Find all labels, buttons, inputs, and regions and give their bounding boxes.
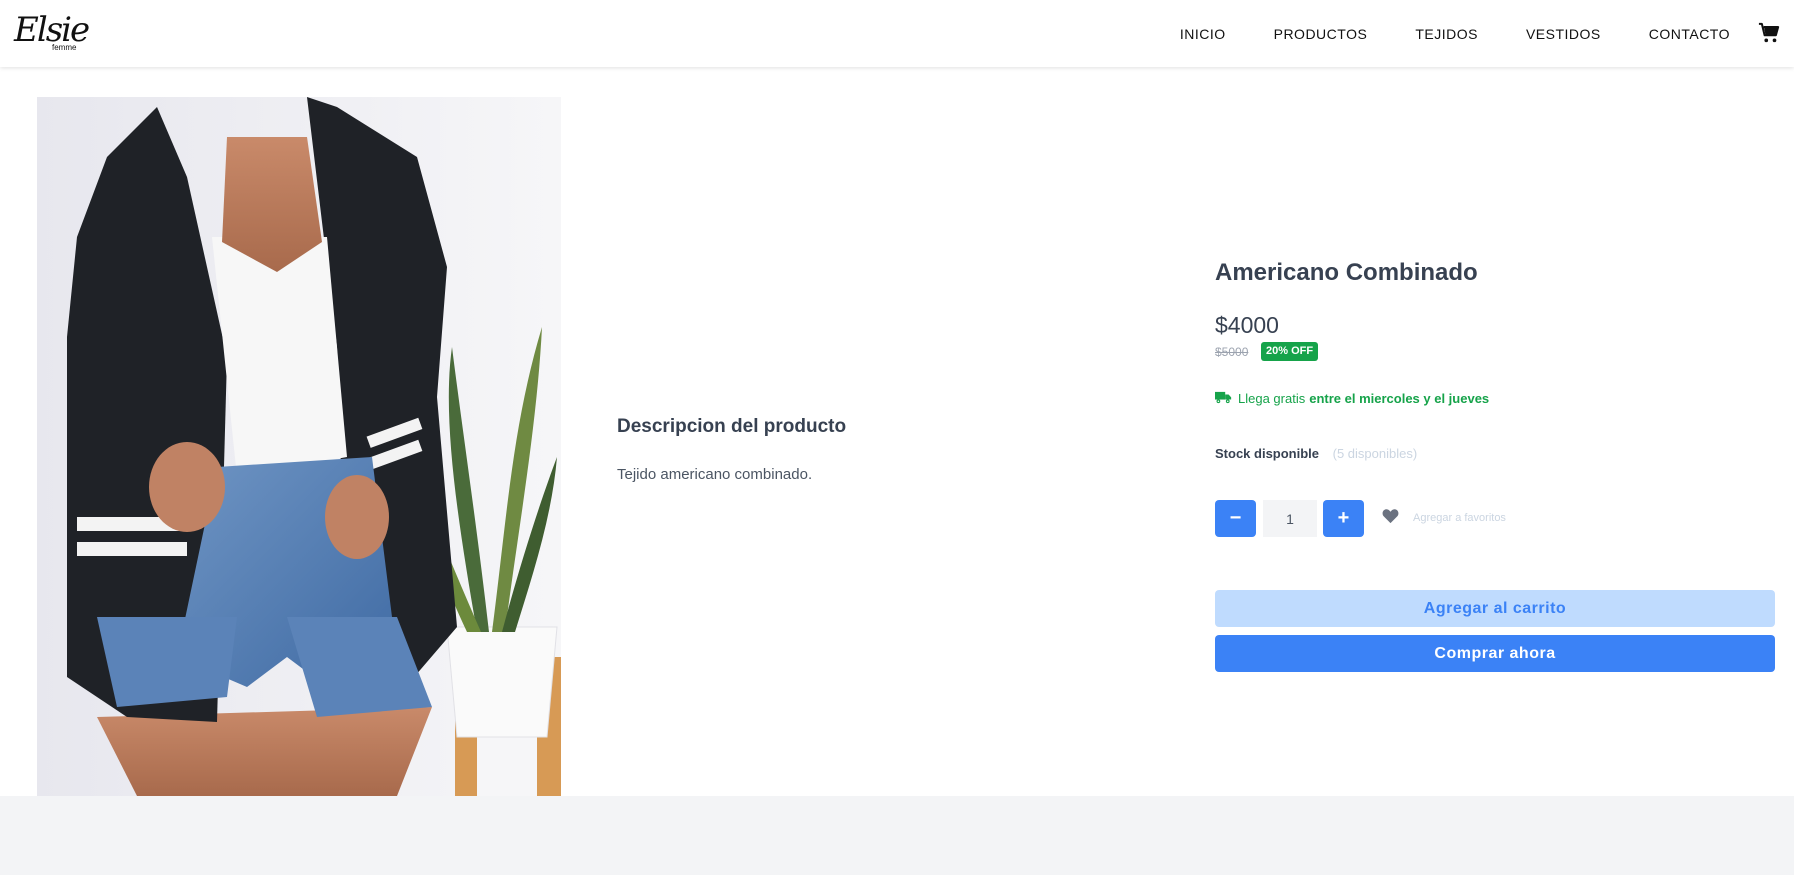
stock-count: (5 disponibles): [1332, 446, 1418, 461]
stock-info: Stock disponible (5 disponibles): [1215, 446, 1417, 461]
shipping-prefix: Llega gratis: [1238, 391, 1306, 406]
quantity-increase-button[interactable]: +: [1323, 500, 1364, 537]
brand-logo[interactable]: Elsie femme: [14, 10, 90, 56]
shipping-days: entre el miercoles y el jueves: [1309, 391, 1490, 406]
product-price: $4000: [1215, 312, 1279, 338]
product-page: Descripcion del producto Tejido american…: [0, 67, 1794, 796]
shipping-info: Llega gratis entre el miercoles y el jue…: [1215, 390, 1489, 407]
heart-icon: [1382, 508, 1413, 527]
shopping-cart-icon[interactable]: [1758, 22, 1780, 44]
top-navbar: Elsie femme INICIO PRODUCTOS TEJIDOS VES…: [0, 0, 1794, 67]
buy-now-button[interactable]: Comprar ahora: [1215, 635, 1775, 672]
logo-subtext: femme: [52, 43, 77, 52]
description-title: Descripcion del producto: [617, 416, 847, 437]
nav-item-inicio[interactable]: INICIO: [1180, 26, 1226, 42]
product-title: Americano Combinado: [1215, 259, 1478, 286]
favorite-label: Agregar a favoritos: [1413, 511, 1506, 524]
main-nav: INICIO PRODUCTOS TEJIDOS VESTIDOS CONTAC…: [1132, 0, 1730, 67]
nav-item-contacto[interactable]: CONTACTO: [1649, 26, 1730, 42]
old-price: $5000: [1215, 345, 1249, 359]
nav-item-vestidos[interactable]: VESTIDOS: [1526, 26, 1601, 42]
nav-item-tejidos[interactable]: TEJIDOS: [1415, 26, 1478, 42]
add-to-cart-button[interactable]: Agregar al carrito: [1215, 590, 1775, 627]
product-image[interactable]: [37, 97, 561, 796]
nav-item-productos[interactable]: PRODUCTOS: [1274, 26, 1368, 42]
footer-band: [0, 796, 1794, 875]
add-to-favorites-button[interactable]: Agregar a favoritos: [1382, 508, 1506, 527]
quantity-input[interactable]: [1263, 500, 1317, 537]
discount-badge: 20% OFF: [1261, 342, 1319, 361]
description-text: Tejido americano combinado.: [617, 466, 813, 483]
quantity-decrease-button[interactable]: −: [1215, 500, 1256, 537]
truck-icon: [1215, 390, 1238, 407]
stock-label: Stock disponible: [1215, 446, 1320, 461]
